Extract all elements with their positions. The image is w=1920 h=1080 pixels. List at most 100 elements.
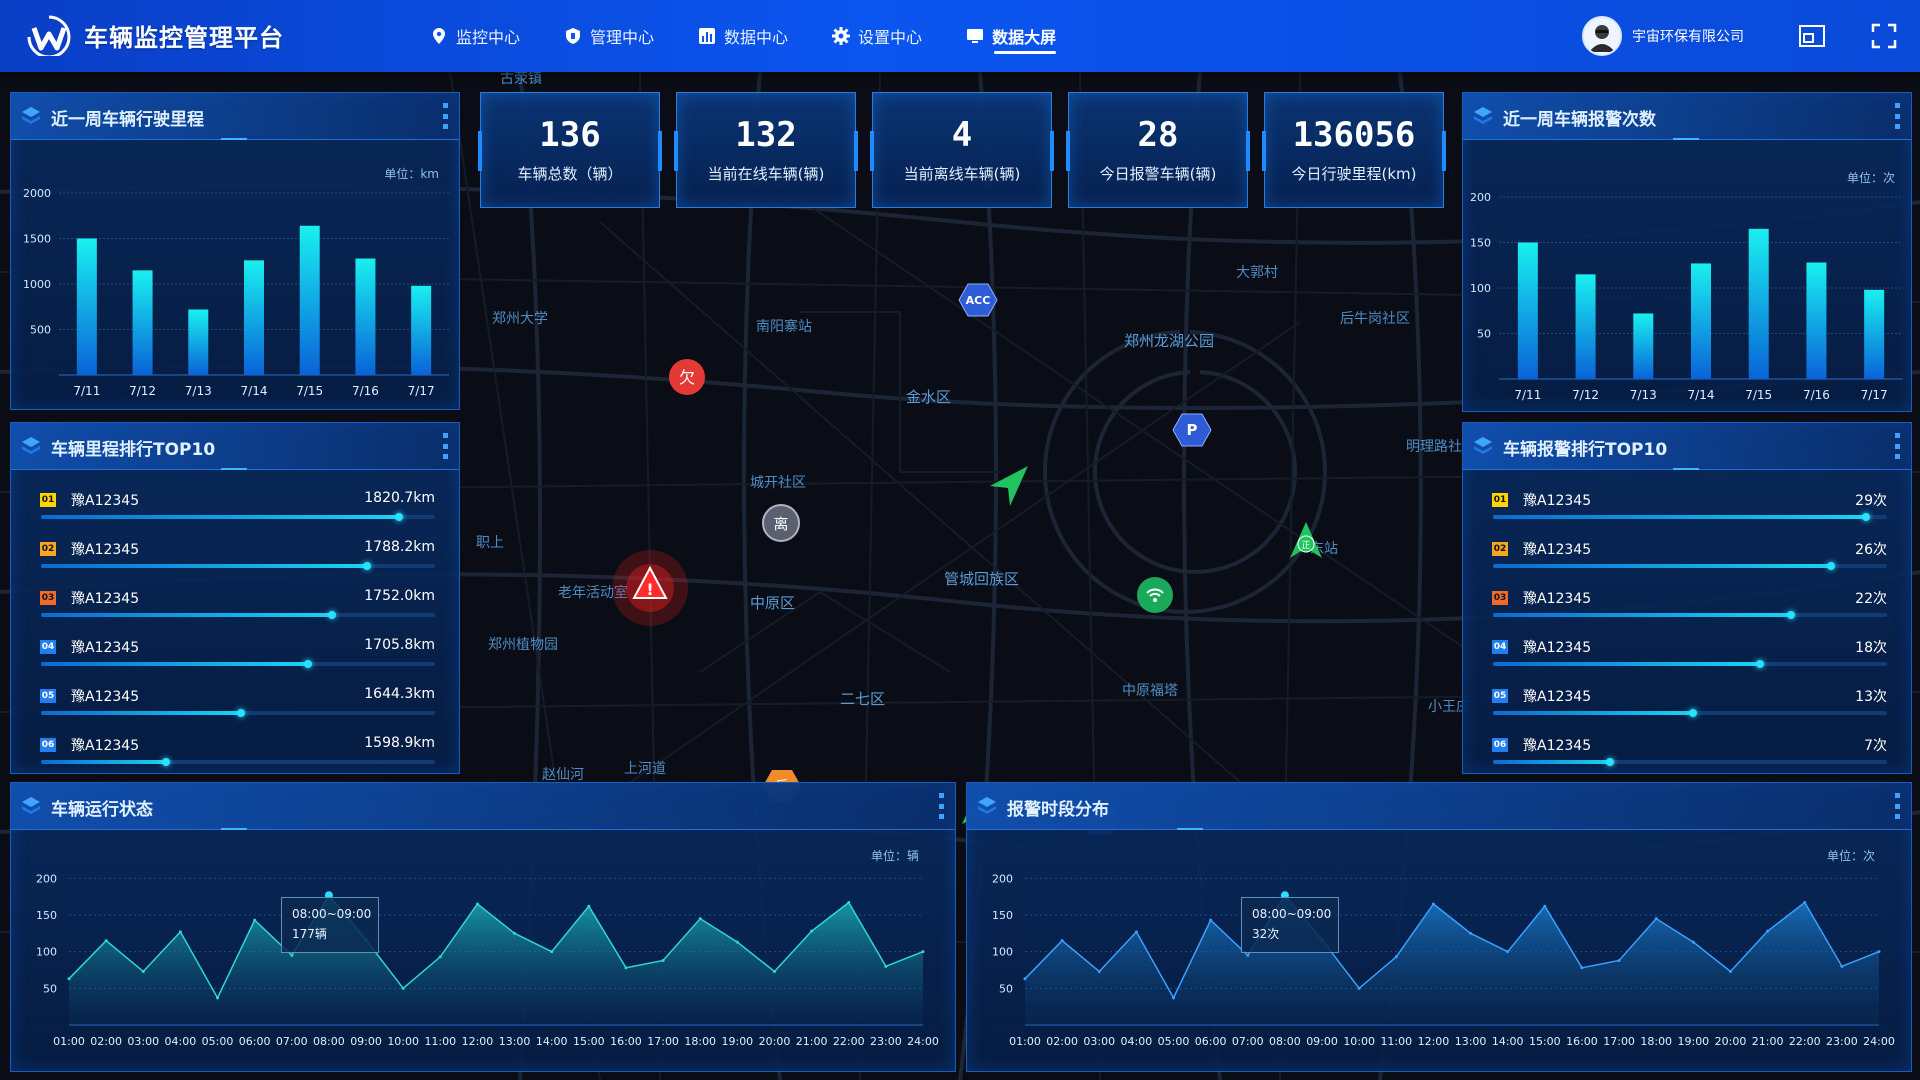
- plate-number: 豫A12345: [1523, 640, 1592, 656]
- more-menu-icon[interactable]: [1895, 433, 1901, 459]
- data-point[interactable]: [216, 996, 220, 1000]
- data-point[interactable]: [1728, 969, 1732, 973]
- data-point[interactable]: [921, 950, 925, 954]
- data-point[interactable]: [1580, 966, 1584, 970]
- data-point[interactable]: [1394, 955, 1398, 959]
- data-point[interactable]: [1431, 902, 1435, 906]
- data-point[interactable]: [67, 977, 71, 981]
- run-state-area-chart: 50 100 150 200 01:00 02:00 03:00 04:00 05:00 06:0…: [36, 872, 939, 1048]
- x-tick-label: 14:00: [536, 1035, 568, 1048]
- rank-row[interactable]: 01 豫A12345 1820.7km: [31, 489, 435, 529]
- data-point[interactable]: [1172, 996, 1176, 1000]
- x-tick-label: 17:00: [647, 1035, 679, 1048]
- nav-monitor-center[interactable]: 监控中心: [430, 0, 520, 72]
- bar[interactable]: [355, 258, 376, 375]
- x-tick-label: 7/16: [352, 384, 379, 398]
- data-point[interactable]: [735, 940, 739, 944]
- data-point[interactable]: [587, 904, 591, 908]
- bar[interactable]: [188, 309, 209, 375]
- data-point[interactable]: [1840, 964, 1844, 968]
- data-point[interactable]: [290, 953, 294, 957]
- rank-row[interactable]: 06 豫A12345 1598.9km: [31, 734, 435, 773]
- data-point[interactable]: [1543, 904, 1547, 908]
- data-point[interactable]: [401, 986, 405, 990]
- data-point[interactable]: [1803, 901, 1807, 905]
- bar[interactable]: [411, 285, 432, 375]
- data-point[interactable]: [141, 969, 145, 973]
- data-point[interactable]: [1877, 950, 1881, 954]
- rank-row[interactable]: 02 豫A12345 1788.2km: [31, 538, 435, 578]
- data-point[interactable]: [1023, 977, 1027, 981]
- user-info[interactable]: 宇宙环保有限公司: [1582, 16, 1744, 56]
- more-menu-icon[interactable]: [443, 433, 449, 459]
- bar[interactable]: [1691, 263, 1711, 379]
- data-point[interactable]: [1691, 940, 1695, 944]
- data-point[interactable]: [1617, 958, 1621, 962]
- data-point[interactable]: [1097, 969, 1101, 973]
- more-menu-icon[interactable]: [939, 793, 945, 819]
- fullscreen-icon[interactable]: [1870, 22, 1898, 50]
- bar[interactable]: [244, 260, 264, 375]
- data-point[interactable]: [1246, 953, 1250, 957]
- stat-label: 当前在线车辆(辆): [707, 165, 825, 183]
- data-point[interactable]: [847, 901, 851, 905]
- x-tick-label: 17:00: [1603, 1035, 1635, 1048]
- rank-row[interactable]: 03 豫A12345 22次: [1483, 587, 1887, 627]
- data-point[interactable]: [1357, 986, 1361, 990]
- data-point[interactable]: [1654, 917, 1658, 921]
- data-point[interactable]: [178, 930, 182, 934]
- data-point[interactable]: [253, 918, 257, 922]
- data-point[interactable]: [624, 966, 628, 970]
- rank-row[interactable]: 06 豫A12345 7次: [1483, 734, 1887, 773]
- data-point[interactable]: [513, 931, 517, 935]
- nav-settings-center[interactable]: 设置中心: [832, 0, 922, 72]
- bar[interactable]: [299, 225, 320, 375]
- data-point[interactable]: [438, 955, 442, 959]
- rank-row[interactable]: 01 豫A12345 29次: [1483, 489, 1887, 529]
- data-point[interactable]: [550, 950, 554, 954]
- rank-row[interactable]: 04 豫A12345 18次: [1483, 636, 1887, 676]
- map-label: 古荥镇: [500, 72, 542, 87]
- data-point[interactable]: [810, 929, 814, 933]
- data-point[interactable]: [1209, 918, 1213, 922]
- data-point[interactable]: [884, 964, 888, 968]
- rank-row[interactable]: 02 豫A12345 26次: [1483, 538, 1887, 578]
- bar[interactable]: [1575, 274, 1596, 379]
- panel-title: 车辆报警排行TOP10: [1503, 440, 1668, 460]
- location-icon: [433, 28, 445, 44]
- avatar[interactable]: [1582, 16, 1622, 56]
- rank-row[interactable]: 05 豫A12345 1644.3km: [31, 685, 435, 725]
- data-point[interactable]: [661, 958, 665, 962]
- bar[interactable]: [1633, 313, 1654, 379]
- window-layout-icon[interactable]: [1798, 22, 1826, 50]
- data-point[interactable]: [772, 969, 776, 973]
- data-point[interactable]: [1060, 939, 1064, 943]
- bar[interactable]: [1806, 262, 1827, 379]
- rank-row[interactable]: 03 豫A12345 1752.0km: [31, 587, 435, 627]
- data-point[interactable]: [1134, 930, 1138, 934]
- rank-row[interactable]: 05 豫A12345 13次: [1483, 685, 1887, 725]
- data-point[interactable]: [1469, 931, 1473, 935]
- bar[interactable]: [76, 238, 97, 376]
- bar[interactable]: [132, 270, 153, 375]
- layers-icon: [1474, 437, 1492, 454]
- rank-badge: 02: [1492, 542, 1508, 556]
- x-tick-label: 01:00: [53, 1035, 85, 1048]
- data-point[interactable]: [698, 917, 702, 921]
- y-tick-label: 150: [36, 909, 57, 922]
- bar[interactable]: [1748, 228, 1769, 379]
- bar[interactable]: [1864, 289, 1885, 379]
- nav-data-screen[interactable]: 数据大屏: [966, 0, 1057, 72]
- rank-row[interactable]: 04 豫A12345 1705.8km: [31, 636, 435, 676]
- data-point[interactable]: [1766, 929, 1770, 933]
- bar[interactable]: [1517, 242, 1538, 380]
- more-menu-icon[interactable]: [1895, 793, 1901, 819]
- nav-management-center[interactable]: 管理中心: [564, 0, 654, 72]
- data-point[interactable]: [475, 902, 479, 906]
- nav-data-center[interactable]: 数据中心: [698, 0, 788, 72]
- data-point[interactable]: [104, 939, 108, 943]
- data-point[interactable]: [1506, 950, 1510, 954]
- more-menu-icon[interactable]: [1895, 103, 1901, 129]
- progress-track: [41, 611, 435, 619]
- more-menu-icon[interactable]: [443, 103, 449, 129]
